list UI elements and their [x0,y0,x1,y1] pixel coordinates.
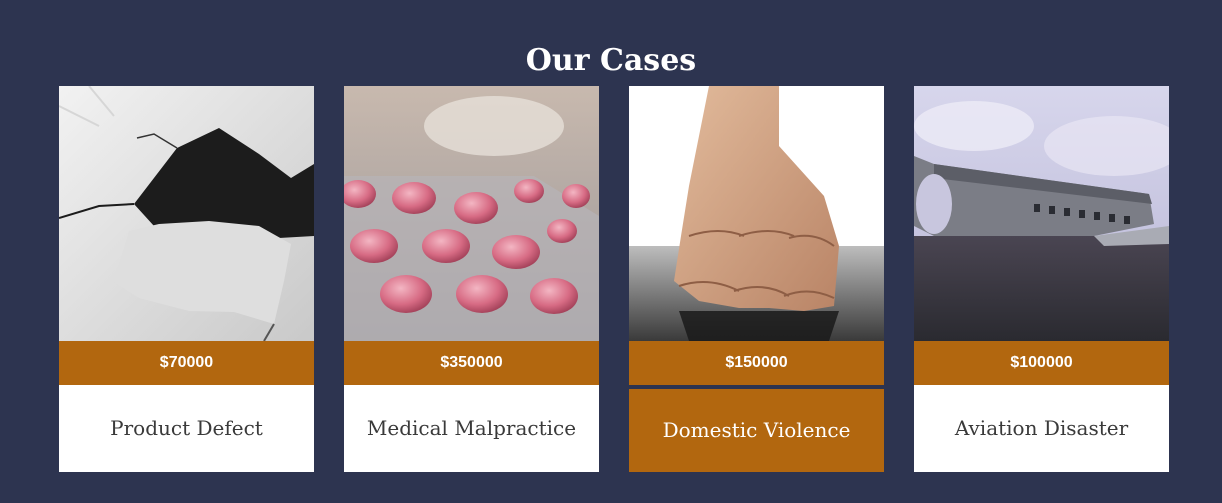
case-image-pills[interactable] [344,86,599,341]
case-price: $350000 [344,341,599,385]
case-price: $100000 [914,341,1169,385]
case-image-airplane[interactable] [914,86,1169,341]
wrecked-airplane-image [914,86,1169,341]
case-title-link[interactable]: Medical Malpractice [344,385,599,472]
case-price: $150000 [629,341,884,385]
clenched-fist-image [629,86,884,341]
case-card-aviation-disaster[interactable]: $100000 Aviation Disaster [914,86,1169,472]
cracked-wall-image [59,86,314,341]
case-card-domestic-violence[interactable]: $150000 Domestic Violence [629,86,884,472]
pill-blister-pack-image [344,86,599,341]
case-card-product-defect[interactable]: $70000 Product Defect [59,86,314,472]
case-image-cracked-wall[interactable] [59,86,314,341]
case-card-medical-malpractice[interactable]: $350000 Medical Malpractice [344,86,599,472]
case-title-link[interactable]: Product Defect [59,385,314,472]
section-title: Our Cases [525,42,697,78]
case-title-link[interactable]: Domestic Violence [629,389,884,472]
case-price: $70000 [59,341,314,385]
case-image-fist[interactable] [629,86,884,341]
case-title-link[interactable]: Aviation Disaster [914,385,1169,472]
